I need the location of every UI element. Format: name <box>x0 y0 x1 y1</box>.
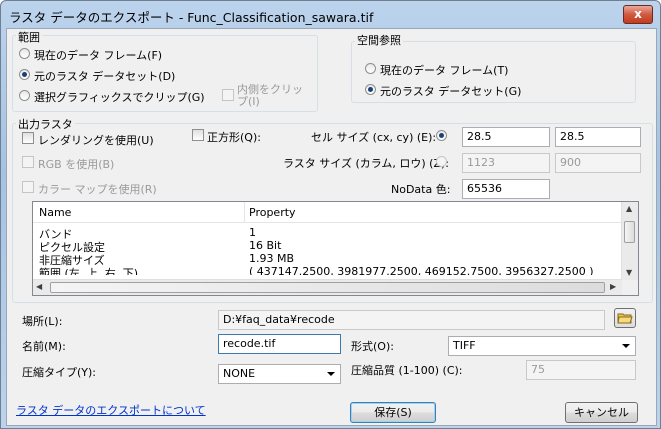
sr-original-dataset-radio[interactable] <box>365 84 376 95</box>
location-field[interactable]: D:¥faq_data¥recode <box>218 310 605 330</box>
raster-size-radio[interactable] <box>436 156 447 167</box>
extent-group-label: 範囲 <box>16 29 42 45</box>
column-divider[interactable] <box>244 202 245 222</box>
use-colormap-label: カラー マップを使用(R) <box>38 183 157 196</box>
row-value: 16 Bit <box>249 239 282 252</box>
table-row[interactable]: 範囲 (左, 上, 右, 下) ( 437147.2500, 3981977.2… <box>33 265 622 275</box>
save-button[interactable]: 保存(S) <box>350 402 436 423</box>
folder-icon <box>617 313 633 324</box>
format-label: 形式(O): <box>351 340 394 353</box>
spatial-reference-group-label: 空間参照 <box>355 32 403 48</box>
cell-size-y-field[interactable]: 28.5 <box>555 127 641 147</box>
use-rgb-checkbox[interactable] <box>22 156 34 168</box>
compression-type-value: NONE <box>223 367 256 380</box>
extent-current-frame-label[interactable]: 現在のデータ フレーム(F) <box>34 47 162 63</box>
chevron-down-icon[interactable] <box>327 372 335 376</box>
scroll-up-icon[interactable]: ▲ <box>626 204 632 213</box>
nodata-field[interactable]: 65536 <box>462 179 550 199</box>
extent-original-dataset-radio[interactable] <box>19 69 30 80</box>
table-row[interactable]: バンド 1 <box>33 226 622 241</box>
vertical-scroll-thumb[interactable] <box>624 221 635 243</box>
clip-inside-checkbox[interactable] <box>222 89 234 101</box>
use-colormap-checkbox[interactable] <box>22 181 34 193</box>
horizontal-scroll-thumb[interactable] <box>50 282 605 293</box>
cancel-button[interactable]: キャンセル <box>565 402 638 423</box>
dialog-body: 範囲 現在のデータ フレーム(F) 元のラスタ データセット(D) 選択グラフィ… <box>6 28 657 426</box>
table-row[interactable]: ピクセル設定 16 Bit <box>33 239 622 254</box>
cell-size-label: セル サイズ (cx, cy) (E): <box>311 131 437 144</box>
nodata-label: NoData 色: <box>391 183 451 196</box>
column-header-property[interactable]: Property <box>249 206 296 219</box>
format-dropdown[interactable]: TIFF <box>448 336 636 356</box>
close-icon: x <box>634 7 642 21</box>
vertical-scrollbar[interactable]: ▲ ▼ <box>621 202 638 280</box>
raster-columns-field[interactable]: 1123 <box>462 153 550 173</box>
compression-type-dropdown[interactable]: NONE <box>218 364 341 384</box>
location-label: 場所(L): <box>22 315 63 328</box>
extent-clip-graphics-radio[interactable] <box>19 90 30 101</box>
properties-list[interactable]: Name Property バンド 1 ピクセル設定 16 Bit 非圧縮サイズ… <box>32 201 639 296</box>
column-header-name[interactable]: Name <box>39 206 71 219</box>
browse-folder-button[interactable] <box>614 308 636 328</box>
cell-size-radio[interactable] <box>436 130 447 141</box>
scroll-corner <box>622 280 638 295</box>
title-bar[interactable]: ラスタ データのエクスポート - Func_Classification_saw… <box>1 1 660 28</box>
horizontal-scrollbar[interactable]: ◀ ▶ <box>33 279 622 295</box>
cell-size-x-field[interactable]: 28.5 <box>462 127 550 147</box>
compression-quality-label: 圧縮品質 (1-100) (C): <box>351 364 463 377</box>
row-value: 1 <box>249 226 256 239</box>
sr-current-frame-label[interactable]: 現在のデータ フレーム(T) <box>380 62 508 78</box>
name-field[interactable]: recode.tif <box>218 334 341 354</box>
row-value: 1.93 MB <box>249 252 295 265</box>
clip-inside-label: 内側をクリップ(I) <box>237 83 303 108</box>
sr-current-frame-radio[interactable] <box>365 63 376 74</box>
raster-rows-field[interactable]: 900 <box>555 153 641 173</box>
scroll-left-icon[interactable]: ◀ <box>36 282 42 291</box>
extent-original-dataset-label[interactable]: 元のラスタ データセット(D) <box>34 68 175 84</box>
window-title: ラスタ データのエクスポート - Func_Classification_saw… <box>9 10 374 25</box>
row-value: ( 437147.2500, 3981977.2500, 469152.7500… <box>249 265 594 275</box>
properties-header: Name Property <box>33 202 622 223</box>
export-raster-dialog: ラスタ データのエクスポート - Func_Classification_saw… <box>0 0 661 429</box>
square-label[interactable]: 正方形(Q): <box>207 129 261 145</box>
scroll-right-icon[interactable]: ▶ <box>610 282 616 291</box>
use-renderer-label[interactable]: レンダリングを使用(U) <box>38 132 154 148</box>
chevron-down-icon[interactable] <box>622 344 630 348</box>
format-value: TIFF <box>453 339 476 352</box>
row-name: 範囲 (左, 上, 右, 下) <box>39 267 139 275</box>
raster-size-label: ラスタ サイズ (カラム, ロウ) (Z): <box>283 157 450 170</box>
square-checkbox[interactable] <box>192 129 204 141</box>
use-rgb-label: RGB を使用(B) <box>38 158 115 171</box>
help-link[interactable]: ラスタ データのエクスポートについて <box>16 402 206 418</box>
table-row[interactable]: 非圧縮サイズ 1.93 MB <box>33 252 622 267</box>
sr-original-dataset-label[interactable]: 元のラスタ データセット(G) <box>380 83 521 99</box>
close-button[interactable]: x <box>623 5 653 24</box>
compression-type-label: 圧縮タイプ(Y): <box>22 366 97 379</box>
extent-clip-graphics-label[interactable]: 選択グラフィックスでクリップ(G) <box>34 89 205 105</box>
compression-quality-field[interactable]: 75 <box>526 360 636 380</box>
use-renderer-checkbox[interactable] <box>22 132 34 144</box>
output-raster-group-label: 出力ラスタ <box>16 116 75 132</box>
name-label: 名前(M): <box>22 340 66 353</box>
extent-current-frame-radio[interactable] <box>19 48 30 59</box>
scroll-down-icon[interactable]: ▼ <box>626 268 632 277</box>
